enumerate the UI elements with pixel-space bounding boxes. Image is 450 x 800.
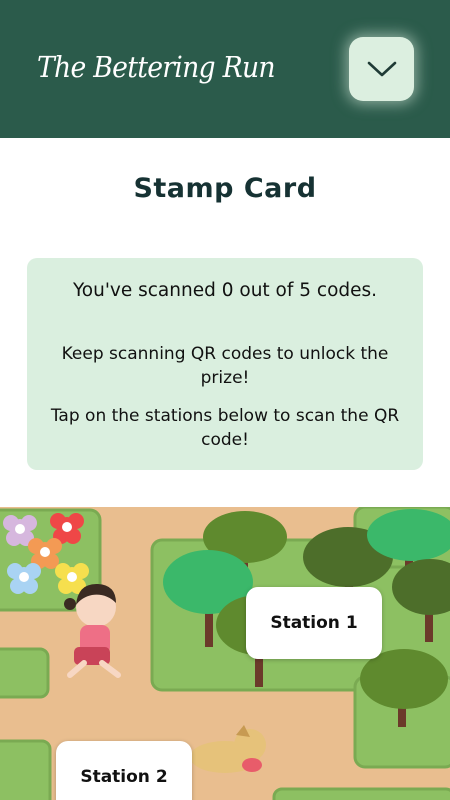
- scan-progress-text: You've scanned 0 out of 5 codes.: [72, 280, 378, 301]
- top-header: The Bettering Run: [0, 0, 450, 138]
- running-dog: [190, 725, 266, 773]
- stamp-info-box: You've scanned 0 out of 5 codes. Keep sc…: [27, 258, 423, 470]
- station-map: Station 1 Station 2: [0, 507, 450, 800]
- page-title: Stamp Card: [133, 173, 317, 204]
- menu-toggle-button[interactable]: [349, 37, 414, 101]
- station-2-button[interactable]: Station 2: [56, 741, 192, 800]
- chevron-down-icon: [367, 61, 396, 77]
- brand-title[interactable]: The Bettering Run: [37, 50, 276, 84]
- station-1-button[interactable]: Station 1: [246, 587, 382, 659]
- tap-stations-text: Tap on the stations below to scan the QR…: [50, 406, 400, 450]
- keep-scanning-text: Keep scanning QR codes to unlock the pri…: [61, 344, 389, 388]
